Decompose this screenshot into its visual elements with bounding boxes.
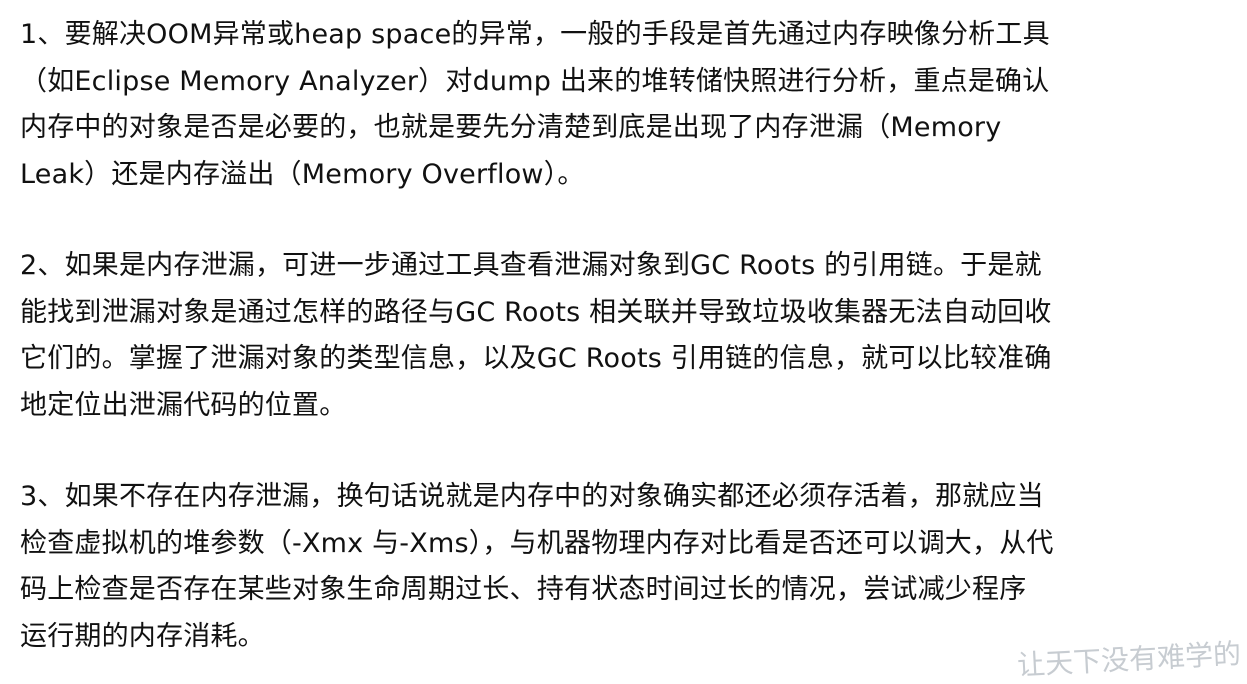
paragraph-line: 码上检查是否存在某些对象生命周期过长、持有状态时间过长的情况，尝试减少程序 <box>20 574 1027 605</box>
paragraph-line: 1、要解决OOM异常或heap space的异常，一般的手段是首先通过内存映像分… <box>20 19 1050 50</box>
paragraph-1: 1、要解决OOM异常或heap space的异常，一般的手段是首先通过内存映像分… <box>20 12 1235 198</box>
paragraph-line: 内存中的对象是否是必要的，也就是要先分清楚到底是出现了内存泄漏（Memory <box>20 112 1002 143</box>
paragraph-line: 检查虚拟机的堆参数（-Xmx 与-Xms），与机器物理内存对比看是否还可以调大，… <box>20 527 1054 559</box>
paragraph-3: 3、如果不存在内存泄漏，换句话说就是内存中的对象确实都还必须存活着，那就应当 检… <box>20 474 1235 660</box>
paragraph-line: 2、如果是内存泄漏，可进一步通过工具查看泄漏对象到GC Roots 的引用链。于… <box>20 250 1042 281</box>
document-body: 1、要解决OOM异常或heap space的异常，一般的手段是首先通过内存映像分… <box>20 12 1235 660</box>
paragraph-line: 3、如果不存在内存泄漏，换句话说就是内存中的对象确实都还必须存活着，那就应当 <box>20 481 1044 512</box>
paragraph-line: 它们的。掌握了泄漏对象的类型信息，以及GC Roots 引用链的信息，就可以比较… <box>20 343 1052 374</box>
paragraph-line: 地定位出泄漏代码的位置。 <box>20 389 347 421</box>
paragraph-line: （如Eclipse Memory Analyzer）对dump 出来的堆转储快照… <box>20 65 1050 97</box>
paragraph-line: Leak）还是内存溢出（Memory Overflow）。 <box>20 158 585 190</box>
paragraph-2: 2、如果是内存泄漏，可进一步通过工具查看泄漏对象到GC Roots 的引用链。于… <box>20 243 1235 429</box>
paragraph-line: 能找到泄漏对象是通过怎样的路径与GC Roots 相关联并导致垃圾收集器无法自动… <box>20 296 1052 328</box>
